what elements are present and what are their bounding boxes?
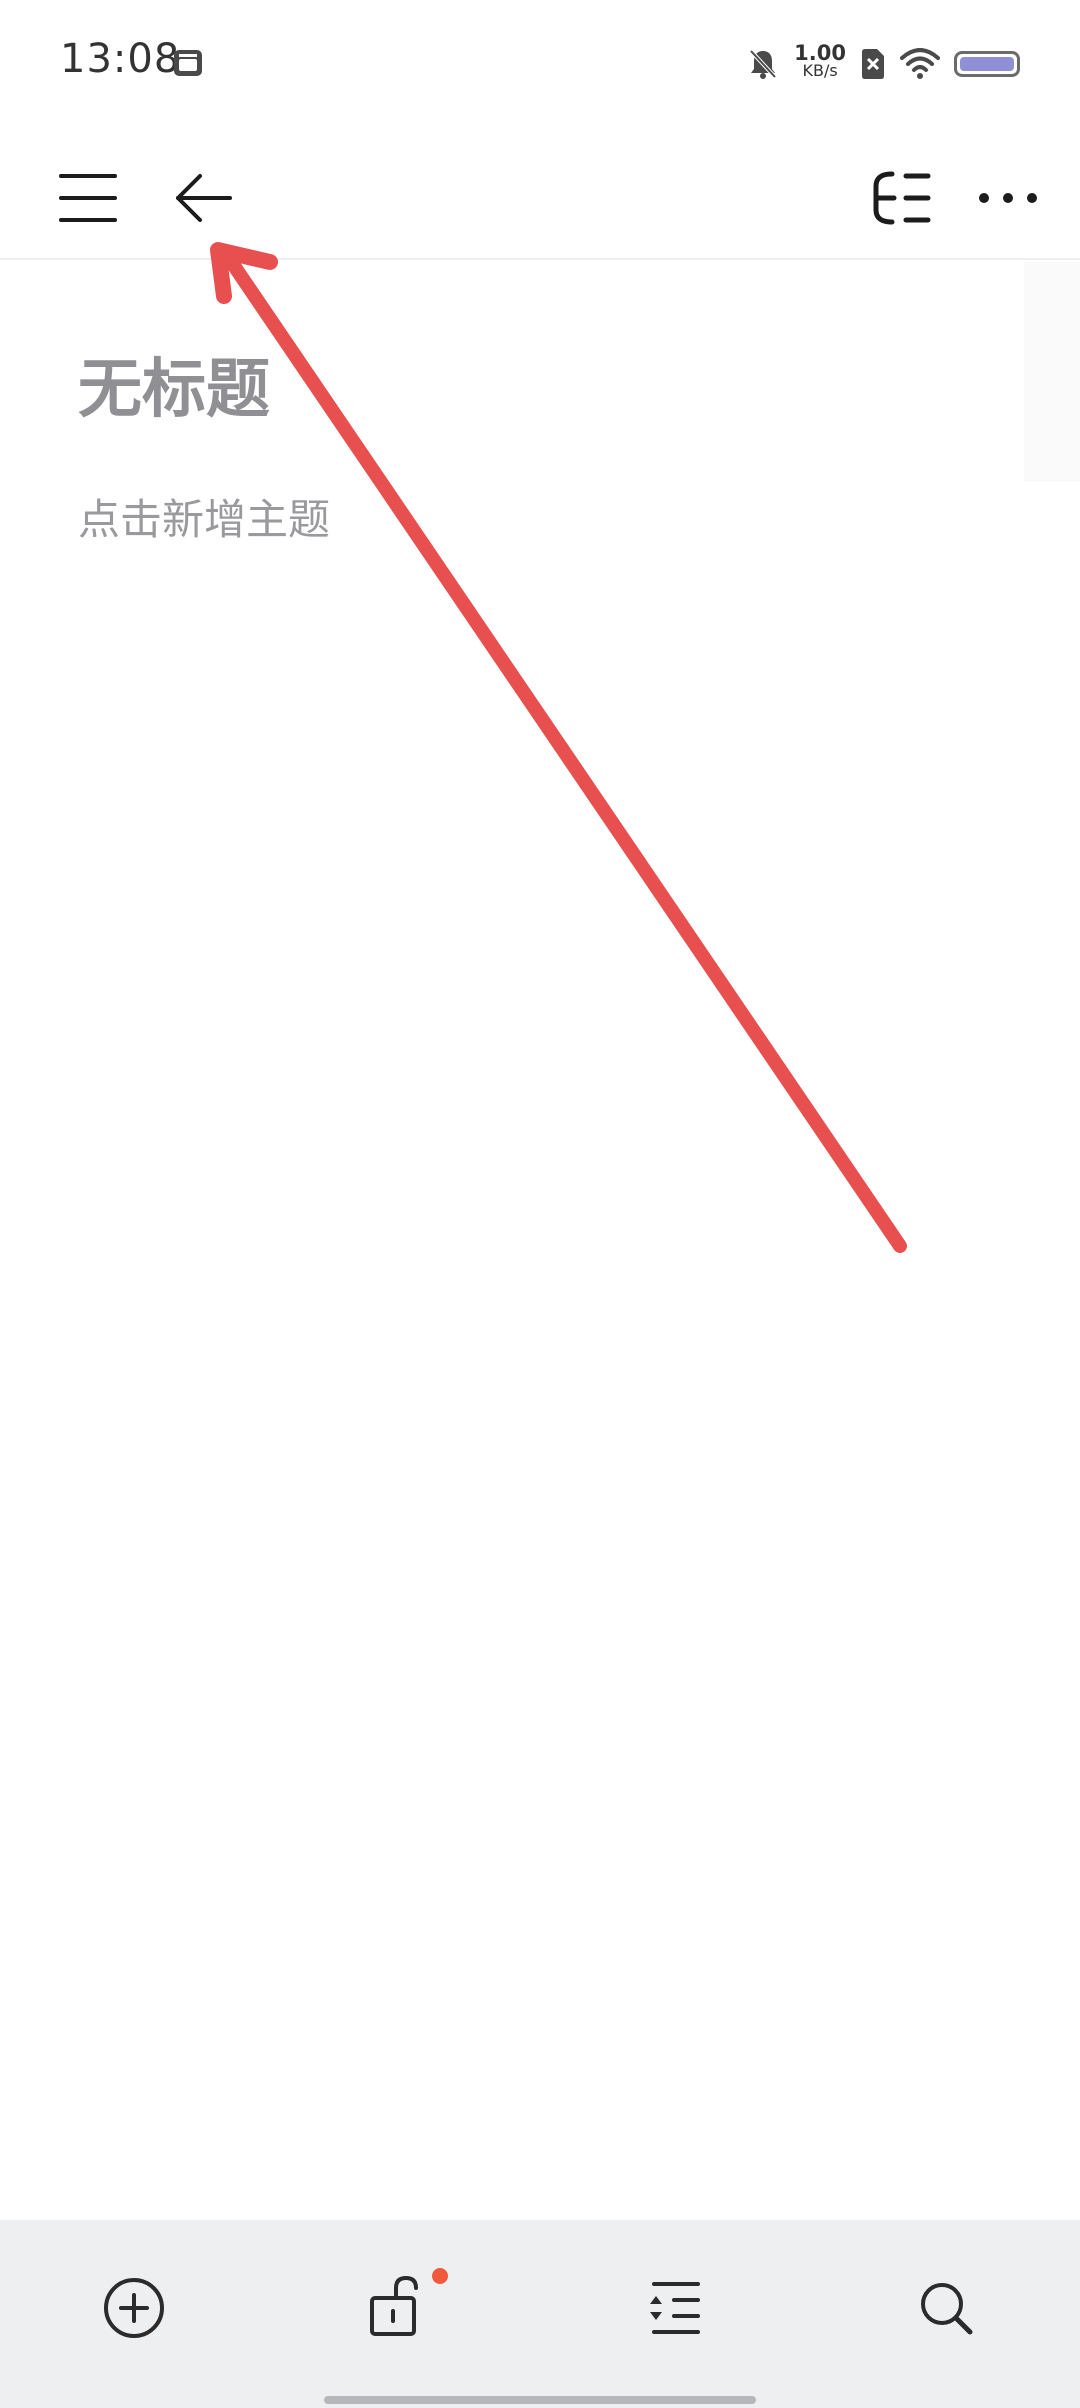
wifi-icon (900, 48, 940, 79)
sim-x-icon (862, 49, 884, 79)
search-icon[interactable] (904, 2266, 988, 2350)
side-panel-edge (1024, 262, 1080, 482)
home-indicator[interactable] (324, 2396, 756, 2404)
format-icon[interactable] (632, 2266, 716, 2350)
back-arrow-icon[interactable] (168, 162, 240, 234)
unlock-badge-dot (432, 2268, 448, 2284)
document-title[interactable]: 无标题 (78, 338, 270, 430)
network-speed-unit: KB/s (802, 61, 838, 80)
network-speed-value: 1.00 (794, 41, 846, 65)
network-speed: 1.00 KB/s (794, 41, 846, 80)
outline-toggle-icon[interactable] (866, 162, 938, 234)
bottom-toolbar (0, 2220, 1080, 2408)
status-right-group: 1.00 KB/s (746, 40, 1020, 88)
unlock-icon[interactable] (356, 2266, 448, 2350)
top-toolbar (0, 140, 1080, 260)
mind-map-editor-screen: 13:08 1.00 KB/s 无标题 点击新增主题 (0, 0, 1080, 2408)
calendar-app-icon (174, 50, 202, 76)
status-time: 13:08 (60, 36, 181, 82)
status-bar: 13:08 1.00 KB/s (0, 0, 1080, 120)
menu-icon[interactable] (52, 162, 124, 234)
battery-level (960, 57, 1014, 71)
more-icon[interactable] (972, 162, 1044, 234)
battery-icon (954, 51, 1020, 77)
add-topic-placeholder[interactable]: 点击新增主题 (78, 486, 330, 547)
mute-bell-icon (749, 49, 777, 79)
add-topic-icon[interactable] (92, 2266, 176, 2350)
